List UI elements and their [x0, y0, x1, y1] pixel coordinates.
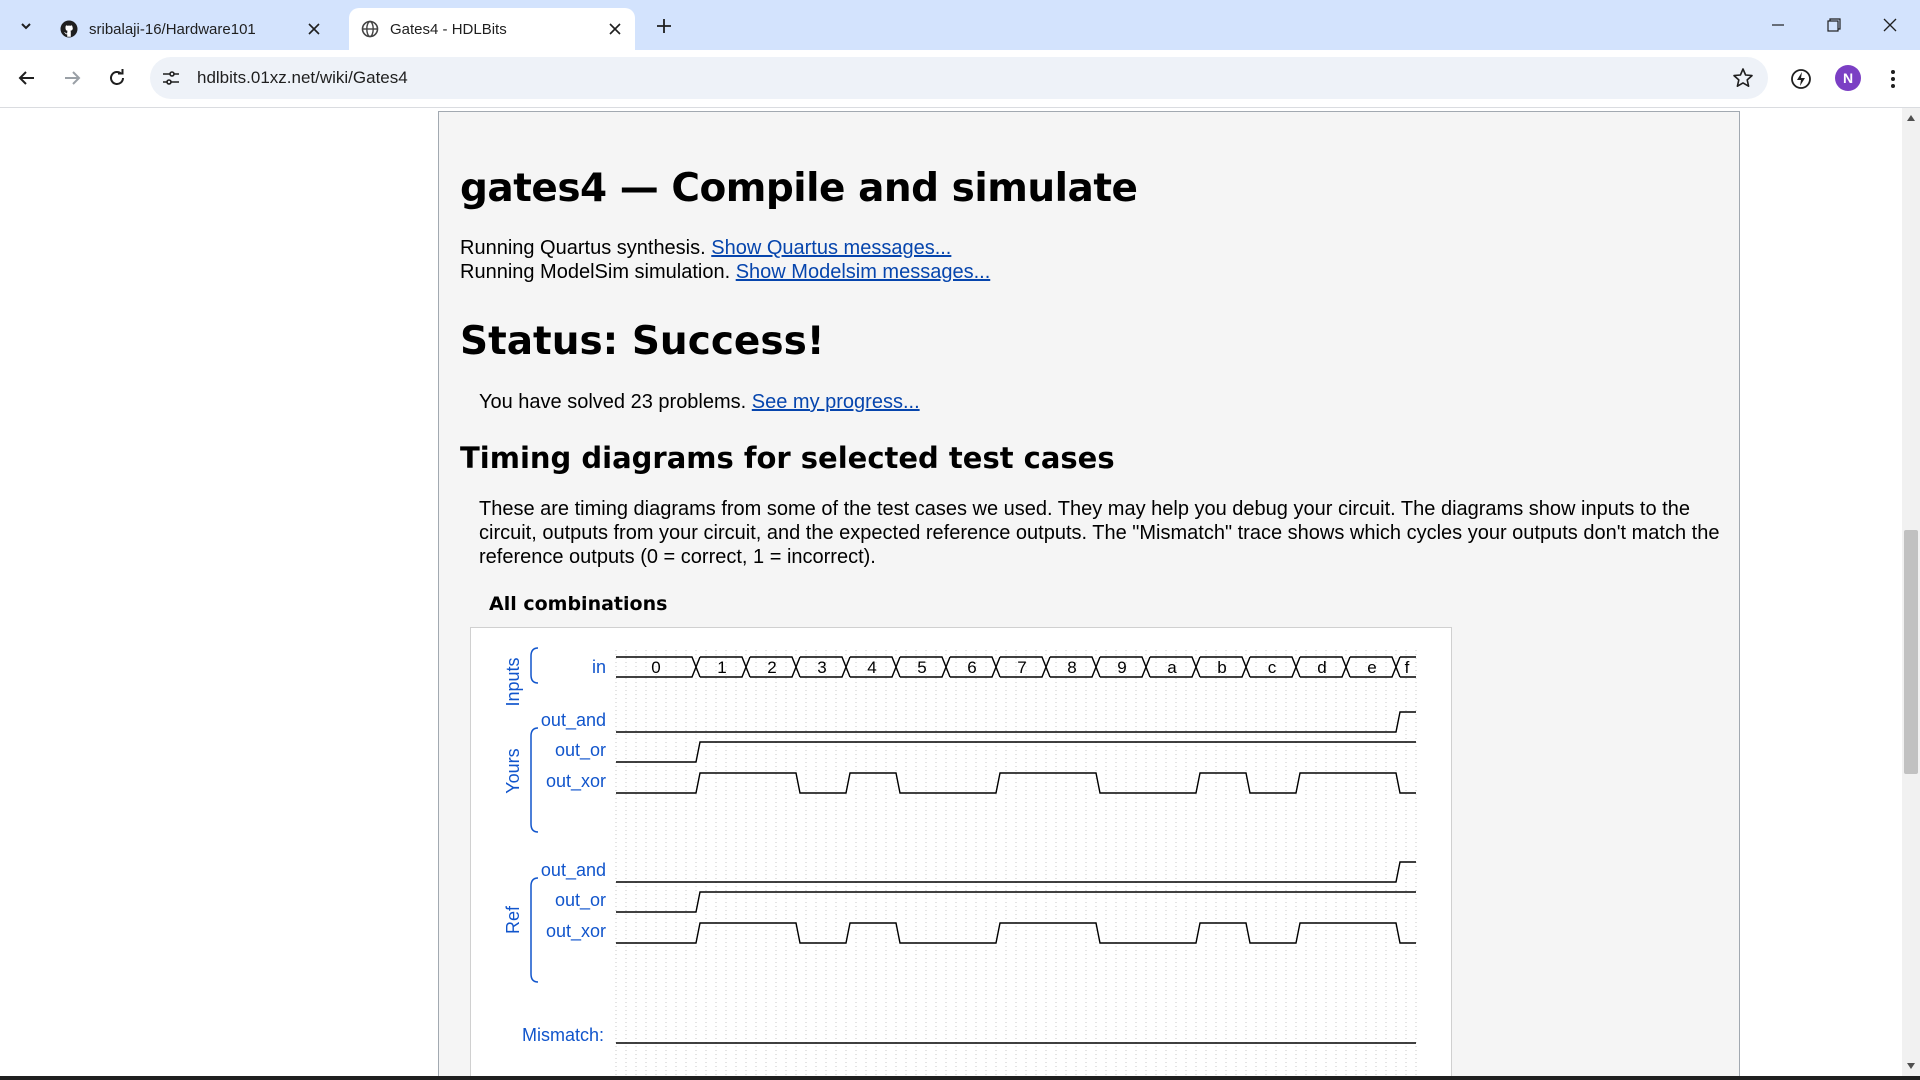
group-label-inputs: Inputs: [503, 657, 523, 706]
close-icon: [1883, 18, 1897, 32]
timing-heading: Timing diagrams for selected test cases: [460, 441, 1115, 475]
tab-gates4[interactable]: Gates4 - HDLBits: [349, 8, 635, 50]
input-bus-value: 4: [867, 658, 876, 677]
input-bus-value: 0: [651, 658, 660, 677]
timing-diagram: Inputs Yours Ref in 0 1 2 3 4 5 6 7 8 9 a b c d e f out_and o…: [470, 627, 1452, 1076]
input-bus-value: 5: [917, 658, 926, 677]
signal-label-yours-out_or: out_or: [555, 740, 606, 761]
timing-diagram-svg: InputsYoursRefin 0 1 2 3 4 5 6 7 8 9 a b c d e fout_ando…: [503, 647, 1417, 1076]
solved-line: You have solved 23 problems. See my prog…: [479, 391, 920, 414]
close-tab-button[interactable]: [304, 19, 324, 39]
group-label-ref: Ref: [503, 905, 523, 934]
arrow-right-icon: [65, 71, 81, 85]
input-bus-value: f: [1405, 658, 1410, 677]
input-bus-value: c: [1268, 658, 1277, 677]
globe-icon: [361, 20, 379, 38]
scroll-down-button[interactable]: [1902, 1058, 1920, 1074]
input-bus-value: 7: [1017, 658, 1026, 677]
progress-link[interactable]: See my progress...: [752, 391, 920, 413]
timing-description: These are timing diagrams from some of t…: [479, 498, 1720, 568]
tab-search-button[interactable]: [12, 12, 40, 40]
signal-label-ref-out_xor: out_xor: [546, 921, 606, 942]
input-bus-value: d: [1317, 658, 1326, 677]
signal-label-in: in: [592, 657, 606, 677]
signal-label-ref-out_or: out_or: [555, 890, 606, 911]
window-bottom-edge: [0, 1076, 1920, 1080]
scroll-thumb[interactable]: [1904, 530, 1918, 774]
result-panel: gates4 — Compile and simulate Running Qu…: [438, 111, 1740, 1076]
solved-text: You have solved 23 problems.: [479, 391, 747, 413]
input-bus-value: a: [1167, 658, 1177, 677]
input-bus-value: 8: [1067, 658, 1076, 677]
tune-icon: [163, 71, 179, 85]
github-icon: [60, 20, 78, 38]
modelsim-text: Running ModelSim simulation.: [460, 261, 731, 283]
tab-strip: sribalaji-16/Hardware101 Gates4 - HDLBit…: [0, 0, 1920, 50]
new-tab-button[interactable]: [650, 12, 678, 40]
plus-icon: [657, 19, 671, 33]
quartus-messages-link[interactable]: Show Quartus messages...: [711, 237, 951, 259]
ref-brace: [530, 877, 539, 983]
page-scrollbar[interactable]: [1902, 108, 1920, 1076]
restore-icon: [1827, 18, 1841, 32]
signal-label-yours-out_xor: out_xor: [546, 771, 606, 792]
group-label-yours: Yours: [503, 748, 523, 793]
inputs-brace: [530, 647, 539, 684]
triangle-down-icon: [1907, 1063, 1915, 1069]
forward-button[interactable]: [56, 62, 88, 94]
back-button[interactable]: [11, 62, 43, 94]
input-bus-value: 6: [967, 658, 976, 677]
site-info-button[interactable]: [159, 66, 183, 90]
triangle-up-icon: [1907, 115, 1915, 121]
mismatch-label: Mismatch:: [522, 1025, 604, 1045]
profile-avatar[interactable]: N: [1835, 65, 1861, 91]
test-case-title: All combinations: [489, 593, 668, 615]
arrow-left-icon: [18, 71, 34, 85]
minimize-button[interactable]: [1750, 0, 1806, 50]
input-bus-value: 9: [1117, 658, 1126, 677]
bookmark-star-icon[interactable]: [1732, 67, 1754, 89]
minimize-icon: [1772, 24, 1784, 26]
signal-label-yours-out_and: out_and: [541, 710, 606, 731]
page-title: gates4 — Compile and simulate: [460, 166, 1138, 211]
scroll-up-button[interactable]: [1902, 110, 1920, 126]
tab-title: sribalaji-16/Hardware101: [89, 21, 256, 38]
status-heading: Status: Success!: [460, 319, 825, 364]
restore-button[interactable]: [1806, 0, 1862, 50]
input-bus-value: 3: [817, 658, 826, 677]
url-text: hdlbits.01xz.net/wiki/Gates4: [197, 68, 408, 87]
reload-button[interactable]: [101, 62, 133, 94]
chevron-down-icon: [21, 23, 31, 30]
close-tab-button[interactable]: [605, 19, 625, 39]
browser-menu-button[interactable]: [1880, 66, 1906, 92]
close-window-button[interactable]: [1862, 0, 1918, 50]
extensions-icon[interactable]: [1788, 66, 1814, 92]
input-bus-value: 1: [717, 658, 726, 677]
quartus-text: Running Quartus synthesis.: [460, 237, 706, 259]
quartus-line: Running Quartus synthesis. Show Quartus …: [460, 237, 951, 260]
reload-icon: [110, 69, 124, 85]
input-bus-value: e: [1367, 658, 1376, 677]
tab-title: Gates4 - HDLBits: [390, 21, 507, 38]
input-bus-value: b: [1217, 658, 1226, 677]
signal-label-ref-out_and: out_and: [541, 860, 606, 881]
close-icon: [308, 23, 320, 35]
page-viewport: gates4 — Compile and simulate Running Qu…: [0, 108, 1902, 1076]
browser-toolbar: hdlbits.01xz.net/wiki/Gates4 N: [0, 50, 1920, 108]
address-bar[interactable]: hdlbits.01xz.net/wiki/Gates4: [150, 57, 1768, 99]
more-vert-icon: [1891, 70, 1895, 88]
tab-hardware101[interactable]: sribalaji-16/Hardware101: [48, 8, 334, 50]
modelsim-line: Running ModelSim simulation. Show Models…: [460, 261, 990, 284]
yours-brace: [530, 727, 539, 833]
input-bus-value: 2: [767, 658, 776, 677]
modelsim-messages-link[interactable]: Show Modelsim messages...: [736, 261, 991, 283]
close-icon: [609, 23, 621, 35]
